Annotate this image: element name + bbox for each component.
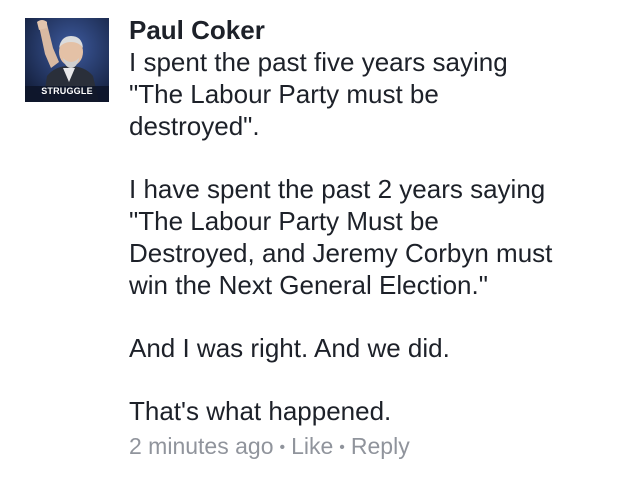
comment-paragraph: I have spent the past 2 years saying "Th… [129, 174, 553, 300]
action-separator: • [339, 439, 345, 456]
comment-body: I spent the past five years saying "The … [129, 46, 629, 427]
timestamp-link[interactable]: 2 minutes ago [129, 433, 273, 459]
avatar-caption: STRUGGLE [41, 86, 93, 96]
like-button[interactable]: Like [291, 433, 333, 459]
comment-paragraph: I spent the past five years saying "The … [129, 47, 508, 141]
author-name[interactable]: Paul Coker [129, 14, 629, 46]
comment-content: Paul Coker I spent the past five years s… [129, 14, 629, 465]
comment-paragraph: That's what happened. [129, 396, 392, 426]
avatar[interactable]: STRUGGLE [25, 18, 109, 102]
comment-actions: 2 minutes ago • Like • Reply [129, 431, 629, 465]
reply-button[interactable]: Reply [351, 433, 410, 459]
comment: STRUGGLE Paul Coker I spent the past fiv… [0, 0, 640, 496]
action-separator: • [279, 439, 286, 456]
comment-paragraph: And I was right. And we did. [129, 333, 450, 363]
